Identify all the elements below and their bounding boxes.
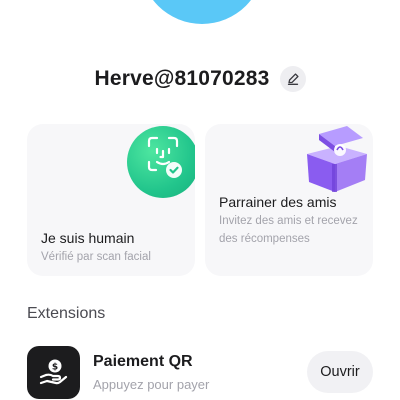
card-title: Parrainer des amis <box>219 194 337 210</box>
card-title: Je suis humain <box>41 230 135 246</box>
username: Herve@81070283 <box>94 67 270 90</box>
extension-item-qr-payment[interactable]: $ Paiement QR Appuyez pour payer Ouvrir <box>27 346 373 400</box>
username-row: Herve@81070283 <box>0 66 400 92</box>
refer-friends-card[interactable]: Parrainer des amis Invitez des amis et r… <box>205 124 373 276</box>
extension-description: Appuyez pour payer <box>93 377 210 392</box>
open-button[interactable]: Ouvrir <box>307 351 373 393</box>
qr-payment-icon: $ <box>27 346 80 399</box>
svg-text:$: $ <box>51 362 57 372</box>
card-subtitle: Invitez des amis et recevez des récompen… <box>219 215 358 245</box>
human-verification-card[interactable]: Je suis humain Vérifié par scan facial <box>27 124 195 276</box>
face-scan-icon <box>127 126 195 198</box>
edit-username-button[interactable] <box>279 66 306 92</box>
pencil-icon <box>287 73 299 85</box>
extension-name: Paiement QR <box>93 353 193 370</box>
extensions-section-title: Extensions <box>27 305 106 322</box>
profile-avatar[interactable] <box>140 0 264 24</box>
card-subtitle: Vérifié par scan facial <box>41 251 151 263</box>
gift-box-icon <box>307 126 367 192</box>
